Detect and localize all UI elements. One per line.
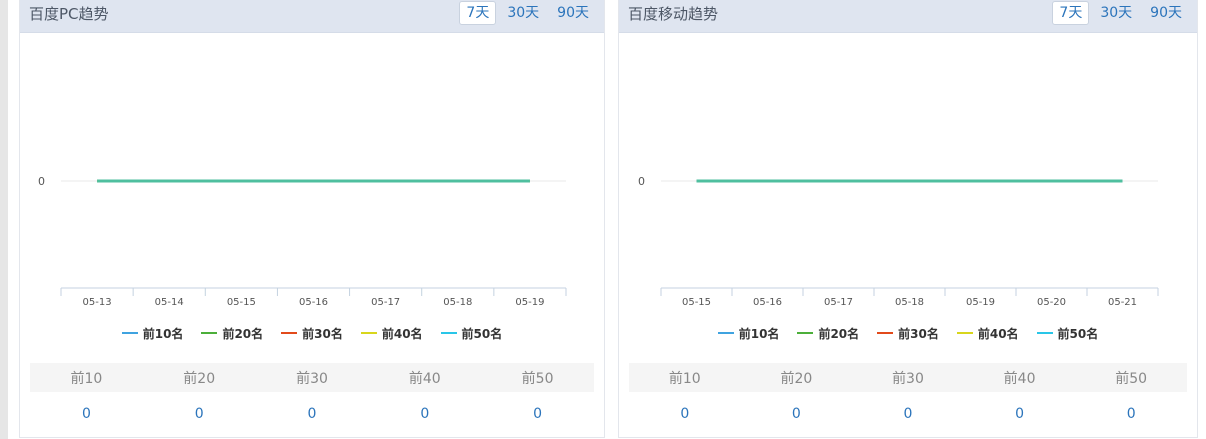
stats-value-top50[interactable]: 0 <box>1075 406 1187 422</box>
stats-value-top30[interactable]: 0 <box>256 406 369 422</box>
x-tick-label: 05-18 <box>895 297 924 308</box>
stats-value-top20[interactable]: 0 <box>741 406 853 422</box>
panel-title: 百度移动趋势 <box>628 5 719 23</box>
range-90d-button[interactable]: 90天 <box>1143 1 1189 25</box>
stats-value-top10[interactable]: 0 <box>629 406 741 422</box>
stats-header-top30: 前30 <box>892 370 924 387</box>
stats-value-top20[interactable]: 0 <box>143 406 256 422</box>
legend-item-4[interactable]: 前40名 <box>956 325 1019 342</box>
stats-value-top40[interactable]: 0 <box>964 406 1076 422</box>
left-scroll-gutter <box>0 0 8 439</box>
panel-header: 百度PC趋势 7天 30天 90天 <box>20 0 604 33</box>
stats-header-top40: 前40 <box>408 370 441 387</box>
stats-header-top50: 前50 <box>1115 370 1148 387</box>
x-tick-label: 05-13 <box>83 297 112 308</box>
legend-swatch <box>121 332 138 334</box>
stats-header-top40: 前40 <box>1003 370 1036 387</box>
legend-swatch <box>1036 332 1053 334</box>
range-30d-button[interactable]: 30天 <box>1093 1 1139 25</box>
stats-value-top50[interactable]: 0 <box>481 406 594 422</box>
x-tick-label: 05-17 <box>371 297 400 308</box>
legend-swatch <box>201 332 218 334</box>
stats-header-row: 前10 前20 前30 前40 前50 <box>30 363 594 392</box>
stats-value-row: 0 0 0 0 0 <box>629 392 1187 435</box>
x-tick-label: 05-15 <box>682 297 711 308</box>
range-7d-button[interactable]: 7天 <box>1052 1 1090 25</box>
pc-trend-chart: 0 05-13 05-14 05-15 05-16 05-17 05-18 05-19 <box>38 175 567 308</box>
x-tick-label: 05-21 <box>1108 297 1137 308</box>
baidu-mobile-trend-panel: 百度移动趋势 7天 30天 90天 0 05-15 05-16 05-17 05-18 0… <box>618 0 1198 438</box>
legend-swatch <box>797 332 814 334</box>
baidu-pc-trend-panel: 百度PC趋势 7天 30天 90天 0 05-13 05-14 05-15 05-16 0… <box>19 0 605 438</box>
legend-label: 前20名 <box>222 326 264 341</box>
range-7d-button[interactable]: 7天 <box>459 1 497 25</box>
legend-item-2[interactable]: 前20名 <box>201 325 263 342</box>
stats-value-top40[interactable]: 0 <box>368 406 481 422</box>
mobile-trend-chart: 0 05-15 05-16 05-17 05-18 05-19 05-20 05-21 <box>638 175 1159 308</box>
stats-header-top20: 前20 <box>780 370 813 387</box>
legend-label: 前10名 <box>142 326 184 341</box>
chart-legend: 前10名 前20名 前30名 前40名 前50名 <box>619 324 1197 342</box>
legend-label: 前30名 <box>898 326 939 341</box>
legend-label: 前40名 <box>977 326 1019 341</box>
chart-legend: 前10名 前20名 前30名 前40名 前50名 <box>20 324 604 342</box>
legend-item-1[interactable]: 前10名 <box>717 325 780 342</box>
stats-header-top50: 前50 <box>521 370 554 387</box>
legend-item-4[interactable]: 前40名 <box>360 325 423 342</box>
range-30d-button[interactable]: 30天 <box>500 1 546 25</box>
legend-item-1[interactable]: 前10名 <box>121 325 184 342</box>
legend-swatch <box>360 332 377 334</box>
legend-swatch <box>717 332 734 334</box>
x-tick-label: 05-19 <box>515 297 544 308</box>
rank-stats-table: 前10 前20 前30 前40 前50 0 0 0 0 0 <box>629 363 1187 435</box>
y-tick-label: 0 <box>638 175 645 188</box>
stats-header-top10: 前10 <box>668 370 701 387</box>
legend-item-5[interactable]: 前50名 <box>1036 325 1099 342</box>
x-tick-label: 05-18 <box>443 297 472 308</box>
stats-value-top10[interactable]: 0 <box>30 406 143 422</box>
legend-label: 前40名 <box>381 326 423 341</box>
x-tick-label: 05-16 <box>753 297 782 308</box>
range-selector: 7天 30天 90天 <box>1048 1 1189 25</box>
x-tick-label: 05-17 <box>824 297 853 308</box>
x-tick-label: 05-14 <box>155 297 184 308</box>
legend-item-3[interactable]: 前30名 <box>281 325 343 342</box>
legend-item-3[interactable]: 前30名 <box>877 325 939 342</box>
stats-header-top10: 前10 <box>70 370 103 387</box>
legend-swatch <box>877 332 894 334</box>
x-tick-label: 05-16 <box>299 297 328 308</box>
x-tick-label: 05-15 <box>227 297 256 308</box>
rank-stats-table: 前10 前20 前30 前40 前50 0 0 0 0 0 <box>30 363 594 435</box>
y-tick-label: 0 <box>38 175 45 188</box>
panel-title: 百度PC趋势 <box>29 5 109 23</box>
legend-label: 前30名 <box>302 326 343 341</box>
range-selector: 7天 30天 90天 <box>455 1 596 25</box>
legend-item-2[interactable]: 前20名 <box>797 325 859 342</box>
range-90d-button[interactable]: 90天 <box>550 1 596 25</box>
legend-item-5[interactable]: 前50名 <box>440 325 503 342</box>
stats-header-top20: 前20 <box>183 370 216 387</box>
x-tick-label: 05-20 <box>1037 297 1066 308</box>
stats-value-top30[interactable]: 0 <box>852 406 964 422</box>
legend-label: 前50名 <box>461 326 503 341</box>
legend-swatch <box>440 332 457 334</box>
legend-swatch <box>956 332 973 334</box>
legend-label: 前20名 <box>818 326 860 341</box>
stats-header-top30: 前30 <box>296 370 328 387</box>
x-tick-label: 05-19 <box>966 297 995 308</box>
stats-header-row: 前10 前20 前30 前40 前50 <box>629 363 1187 392</box>
legend-label: 前50名 <box>1057 326 1099 341</box>
legend-label: 前10名 <box>738 326 780 341</box>
legend-swatch <box>281 332 298 334</box>
stats-value-row: 0 0 0 0 0 <box>30 392 594 435</box>
panel-header: 百度移动趋势 7天 30天 90天 <box>619 0 1197 33</box>
